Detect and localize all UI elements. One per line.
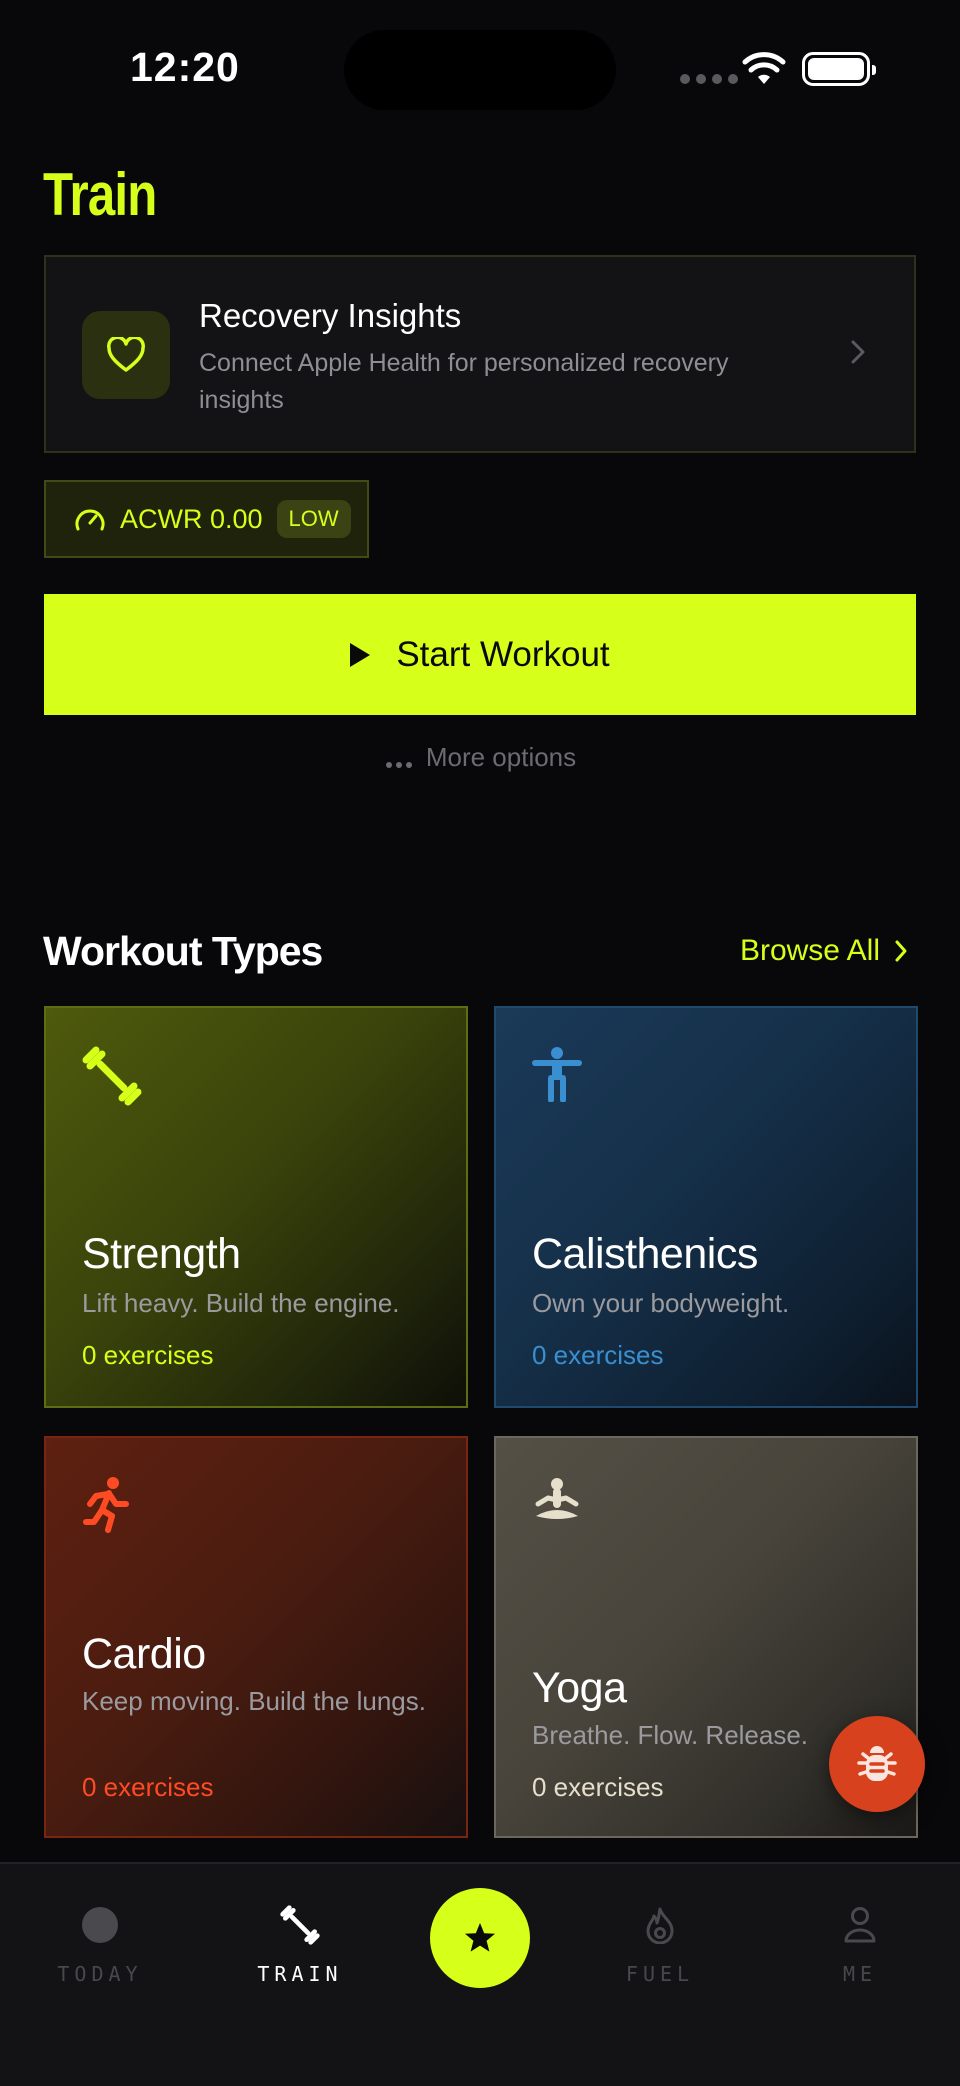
- cellular-signal-icon: [680, 74, 738, 84]
- dumbbell-icon: [82, 1046, 142, 1106]
- acwr-value: ACWR 0.00: [120, 503, 263, 534]
- workout-type-card-strength[interactable]: Strength Lift heavy. Build the engine. 0…: [44, 1006, 468, 1408]
- play-icon: [350, 642, 371, 667]
- card-exercise-count: 0 exercises: [532, 1340, 664, 1370]
- bottom-tab-bar: TODAY TRAIN FUEL ME: [0, 1862, 960, 2086]
- person-standing-icon: [532, 1047, 582, 1102]
- card-title: Strength: [82, 1230, 241, 1278]
- tab-center-action-button[interactable]: [430, 1888, 530, 1988]
- page-title: Train: [43, 161, 157, 228]
- gauge-icon: [75, 509, 105, 531]
- battery-icon: [802, 52, 876, 86]
- start-workout-button[interactable]: Start Workout: [44, 594, 916, 715]
- star-icon: [465, 1923, 495, 1952]
- card-exercise-count: 0 exercises: [532, 1772, 664, 1802]
- heart-icon: [107, 337, 145, 372]
- chevron-right-icon: [851, 340, 865, 364]
- more-options-button[interactable]: More options: [0, 742, 960, 775]
- browse-all-link[interactable]: Browse All: [740, 934, 908, 968]
- bug-report-button[interactable]: [829, 1716, 925, 1812]
- tab-label: ME: [842, 1962, 878, 1986]
- tab-label: TODAY: [57, 1962, 143, 1986]
- acwr-indicator[interactable]: ACWR 0.00 LOW: [44, 480, 369, 558]
- workout-type-card-cardio[interactable]: Cardio Keep moving. Build the lungs. 0 e…: [44, 1436, 468, 1838]
- tab-label: FUEL: [625, 1962, 695, 1986]
- person-icon: [790, 1900, 930, 1950]
- card-title: Yoga: [532, 1664, 627, 1712]
- browse-all-label: Browse All: [739, 934, 880, 967]
- card-description: Own your bodyweight.: [532, 1288, 790, 1318]
- running-icon: [83, 1477, 129, 1533]
- flame-icon: [590, 1900, 730, 1950]
- acwr-status-badge: LOW: [276, 500, 351, 538]
- card-title: Cardio: [82, 1630, 206, 1678]
- recovery-title: Recovery Insights: [199, 297, 462, 334]
- card-exercise-count: 0 exercises: [82, 1340, 214, 1370]
- more-dots-icon: [384, 744, 414, 775]
- tab-today[interactable]: TODAY: [30, 1900, 170, 1986]
- recovery-description: Connect Apple Health for personalized re…: [199, 349, 729, 414]
- chevron-right-icon: [895, 940, 907, 962]
- card-description: Keep moving. Build the lungs.: [82, 1686, 426, 1716]
- card-description: Lift heavy. Build the engine.: [82, 1288, 400, 1318]
- tab-me[interactable]: ME: [790, 1900, 930, 1986]
- dynamic-island: [344, 30, 616, 110]
- more-options-label: More options: [425, 742, 577, 772]
- today-icon: [30, 1900, 170, 1950]
- tab-fuel[interactable]: FUEL: [590, 1900, 730, 1986]
- card-title: Calisthenics: [532, 1230, 758, 1278]
- recovery-icon-box: [82, 311, 170, 399]
- recovery-insights-card[interactable]: Recovery Insights Connect Apple Health f…: [44, 255, 916, 453]
- dumbbell-icon: [230, 1900, 370, 1950]
- workout-type-card-calisthenics[interactable]: Calisthenics Own your bodyweight. 0 exer…: [494, 1006, 918, 1408]
- wifi-icon: [742, 52, 786, 84]
- workout-types-title: Workout Types: [43, 928, 323, 974]
- tab-label: TRAIN: [257, 1962, 343, 1986]
- train-screen: 12:20 Train Recovery Insights Connect Ap…: [0, 0, 960, 2086]
- tab-train[interactable]: TRAIN: [230, 1900, 370, 1986]
- bug-icon: [857, 1746, 897, 1781]
- status-time: 12:20: [130, 44, 240, 90]
- card-exercise-count: 0 exercises: [82, 1772, 214, 1802]
- meditation-icon: [535, 1478, 579, 1519]
- start-workout-label: Start Workout: [396, 634, 610, 674]
